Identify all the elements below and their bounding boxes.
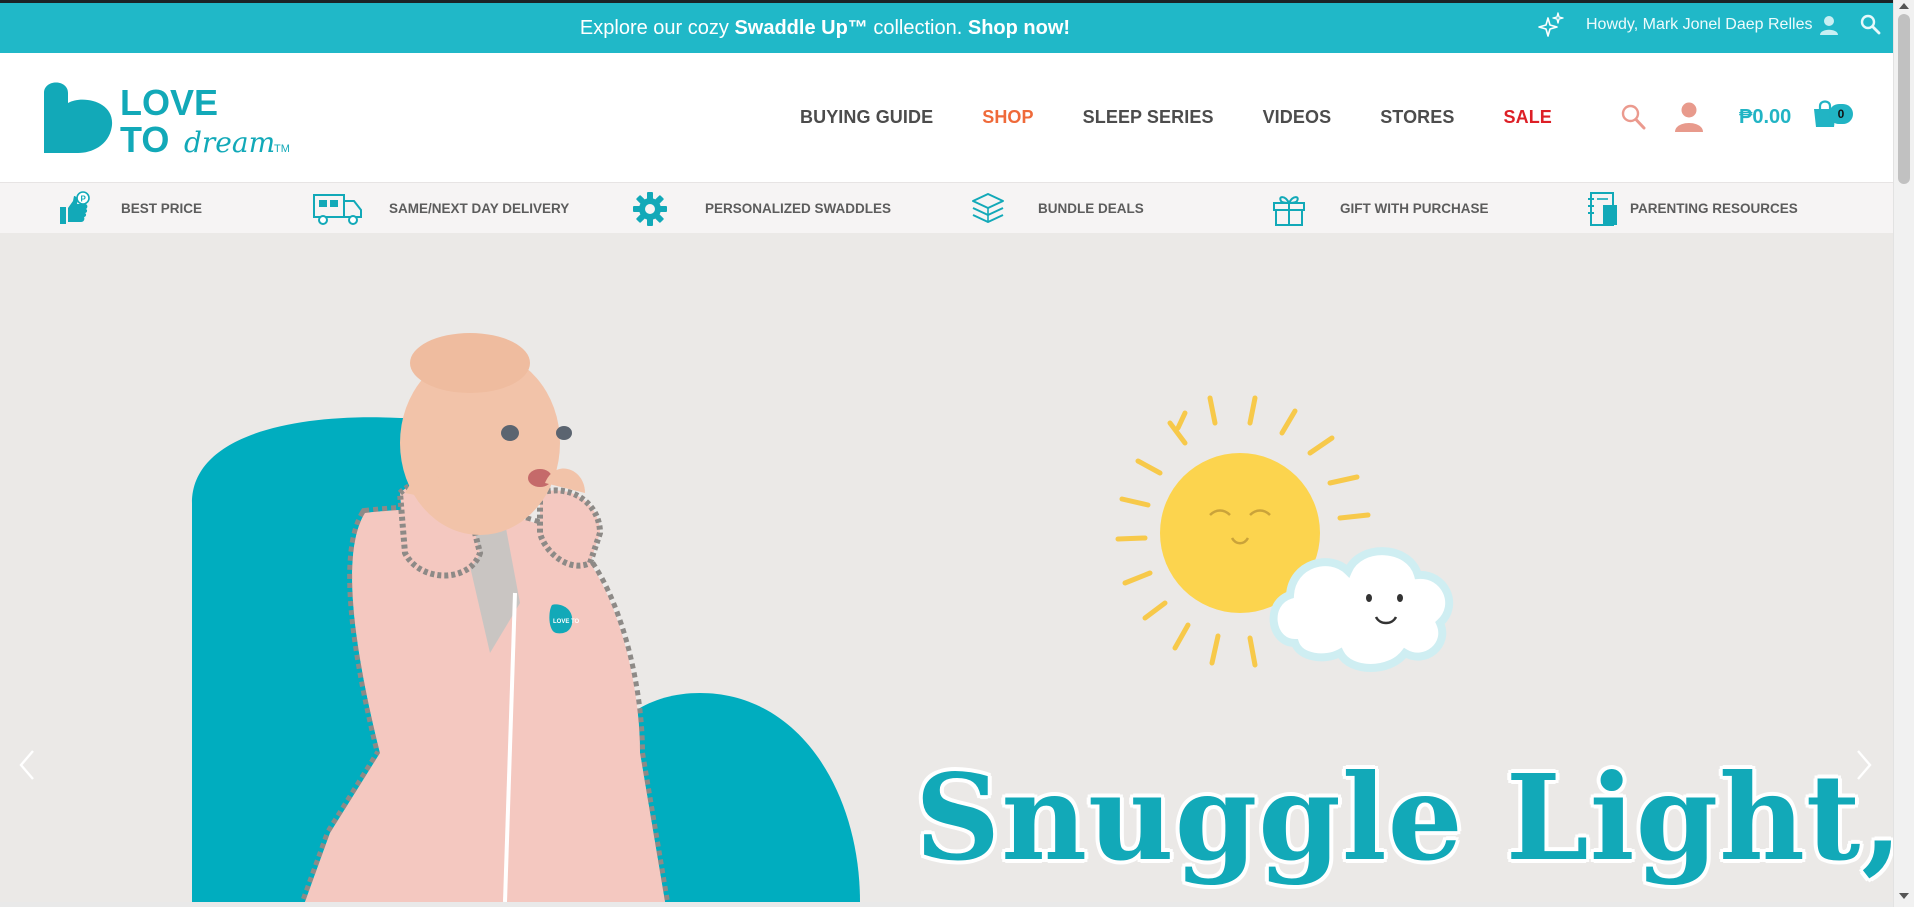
nav-sleep-series[interactable]: SLEEP SERIES <box>1083 107 1214 128</box>
nav-stores[interactable]: STORES <box>1380 107 1454 128</box>
scrollbar-thumb[interactable] <box>1898 14 1910 184</box>
usp-label: BEST PRICE <box>121 201 203 216</box>
scroll-up-arrow[interactable] <box>1899 3 1909 9</box>
usp-label: SAME/NEXT DAY DELIVERY <box>389 201 570 216</box>
search-icon[interactable] <box>1859 13 1881 35</box>
logo-script: dream <box>184 126 275 159</box>
logo-line1: LOVE <box>120 82 218 123</box>
carousel-next-arrow[interactable] <box>1852 745 1876 785</box>
main-navigation: BUYING GUIDE SHOP SLEEP SERIES VIDEOS ST… <box>800 53 1552 182</box>
stack-icon <box>972 192 1004 223</box>
viewport-bottom-edge <box>0 902 1893 907</box>
usp-label: BUNDLE DEALS <box>1038 201 1144 216</box>
hero-banner[interactable]: LOVE TO Snuggle Light, <box>0 233 1893 902</box>
usp-delivery[interactable]: SAME/NEXT DAY DELIVERY <box>312 183 569 234</box>
usp-bundle[interactable]: BUNDLE DEALS <box>970 183 1144 234</box>
usp-parenting[interactable]: PARENTING RESOURCES <box>1587 183 1798 234</box>
logo-tm: TM <box>274 143 290 155</box>
announcement-prefix: Explore our cozy <box>579 17 735 39</box>
swaddle-badge-text: LOVE TO <box>553 619 580 625</box>
cloud-illustration <box>1269 547 1454 672</box>
cart-total[interactable]: ₱0.00 <box>1739 106 1791 129</box>
vertical-scrollbar[interactable] <box>1893 0 1914 907</box>
love-to-dream-logo[interactable]: LOVE TO dream TM <box>42 81 302 161</box>
announcement-bar: Explore our cozy Swaddle Up™ collection.… <box>0 3 1893 53</box>
svg-text:P: P <box>81 194 87 203</box>
cart-count-badge[interactable]: 0 <box>1829 104 1853 124</box>
carousel-prev-arrow[interactable] <box>15 745 39 785</box>
account-icon[interactable] <box>1674 101 1704 133</box>
announcement-cta-link[interactable]: Shop now! <box>968 17 1070 39</box>
notebook-icon <box>1588 191 1617 226</box>
hero-headline: Snuggle Light, <box>915 748 1893 887</box>
user-greeting[interactable]: Howdy, Mark Jonel Daep Relles <box>1586 3 1812 47</box>
delivery-truck-icon <box>313 193 362 225</box>
announcement-message[interactable]: Explore our cozy Swaddle Up™ collection.… <box>0 3 1650 53</box>
scroll-down-arrow[interactable] <box>1899 893 1909 899</box>
logo-line2: TO <box>120 119 169 160</box>
usp-label: PARENTING RESOURCES <box>1630 201 1798 216</box>
nav-videos[interactable]: VIDEOS <box>1263 107 1332 128</box>
usp-label: GIFT WITH PURCHASE <box>1340 201 1489 216</box>
usp-gift[interactable]: GIFT WITH PURCHASE <box>1271 183 1489 234</box>
nav-shop[interactable]: SHOP <box>982 107 1033 128</box>
sparkle-icon[interactable] <box>1536 11 1566 41</box>
site-header: LOVE TO dream TM BUYING GUIDE SHOP SLEEP… <box>0 53 1893 182</box>
usp-bar: P BEST PRICE SAME/NEXT DAY DELIVERY PERS… <box>0 182 1893 233</box>
header-search-icon[interactable] <box>1620 103 1646 131</box>
nav-buying-guide[interactable]: BUYING GUIDE <box>800 107 933 128</box>
logo-graphic: LOVE TO dream TM <box>44 82 290 160</box>
user-icon[interactable] <box>1818 14 1840 36</box>
gift-icon <box>1273 195 1305 226</box>
gear-icon <box>633 191 667 226</box>
usp-label: PERSONALIZED SWADDLES <box>705 201 892 216</box>
thumbs-up-price-icon: P <box>60 190 90 224</box>
usp-personalized[interactable]: PERSONALIZED SWADDLES <box>632 183 891 234</box>
usp-best-price[interactable]: P BEST PRICE <box>56 183 202 234</box>
nav-sale[interactable]: SALE <box>1503 107 1551 128</box>
announcement-middle: collection. <box>867 17 968 39</box>
announcement-highlight: Swaddle Up™ <box>734 17 868 39</box>
